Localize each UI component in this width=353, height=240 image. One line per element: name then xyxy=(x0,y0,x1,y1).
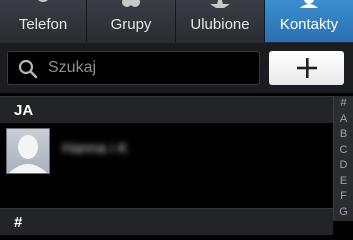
tab-label: Kontakty xyxy=(279,16,339,33)
contact-row[interactable]: Hanna i K xyxy=(0,123,333,179)
index-bar[interactable]: # A B C D E F G xyxy=(333,96,353,221)
search-row xyxy=(0,42,353,93)
tab-label: Telefon xyxy=(18,16,68,33)
tab-kontakty[interactable]: Kontakty xyxy=(265,0,353,42)
index-letter[interactable]: # xyxy=(334,96,353,112)
search-icon xyxy=(18,59,38,79)
contact-icon xyxy=(300,0,318,8)
index-letter[interactable]: D xyxy=(334,158,353,174)
phone-icon xyxy=(38,0,48,2)
contact-name: Hanna i K xyxy=(62,140,128,157)
index-letter[interactable]: F xyxy=(334,189,353,205)
tab-bar: Telefon Grupy Ulubione Kontakty xyxy=(0,0,353,42)
section-header-ja: JA xyxy=(0,96,333,123)
tab-label: Ulubione xyxy=(190,16,250,33)
index-letter[interactable]: B xyxy=(334,127,353,143)
index-letter[interactable]: G xyxy=(334,205,353,221)
index-letter[interactable]: E xyxy=(334,174,353,190)
tab-grupy[interactable]: Grupy xyxy=(87,0,176,42)
section-header-hash: # xyxy=(0,208,333,235)
add-contact-button[interactable] xyxy=(269,51,344,85)
group-icon xyxy=(122,0,140,7)
tab-telefon[interactable]: Telefon xyxy=(0,0,87,42)
star-icon xyxy=(210,0,230,8)
index-letter[interactable]: C xyxy=(334,143,353,159)
tab-ulubione[interactable]: Ulubione xyxy=(176,0,265,42)
default-avatar-icon xyxy=(9,135,47,173)
tab-label: Grupy xyxy=(110,16,152,33)
search-input[interactable] xyxy=(48,52,248,84)
plus-icon xyxy=(296,58,317,78)
index-letter[interactable]: A xyxy=(334,112,353,128)
avatar xyxy=(6,128,50,174)
search-box[interactable] xyxy=(7,51,260,85)
